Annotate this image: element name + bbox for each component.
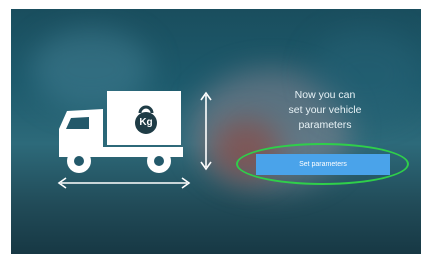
length-arrow-icon: [57, 177, 191, 189]
message-line: set your vehicle: [288, 104, 362, 116]
message-line: Now you can: [294, 89, 356, 101]
set-parameters-button[interactable]: Set parameters: [256, 154, 390, 175]
parameters-screen: Kg Now you can set your vehicle paramete…: [11, 9, 421, 254]
weight-label: Kg: [139, 117, 153, 128]
height-arrow-icon: [200, 91, 212, 171]
truck-illustration: Kg: [51, 91, 226, 191]
message-line: parameters: [298, 119, 352, 131]
instruction-message: Now you can set your vehicle parameters: [269, 88, 381, 133]
